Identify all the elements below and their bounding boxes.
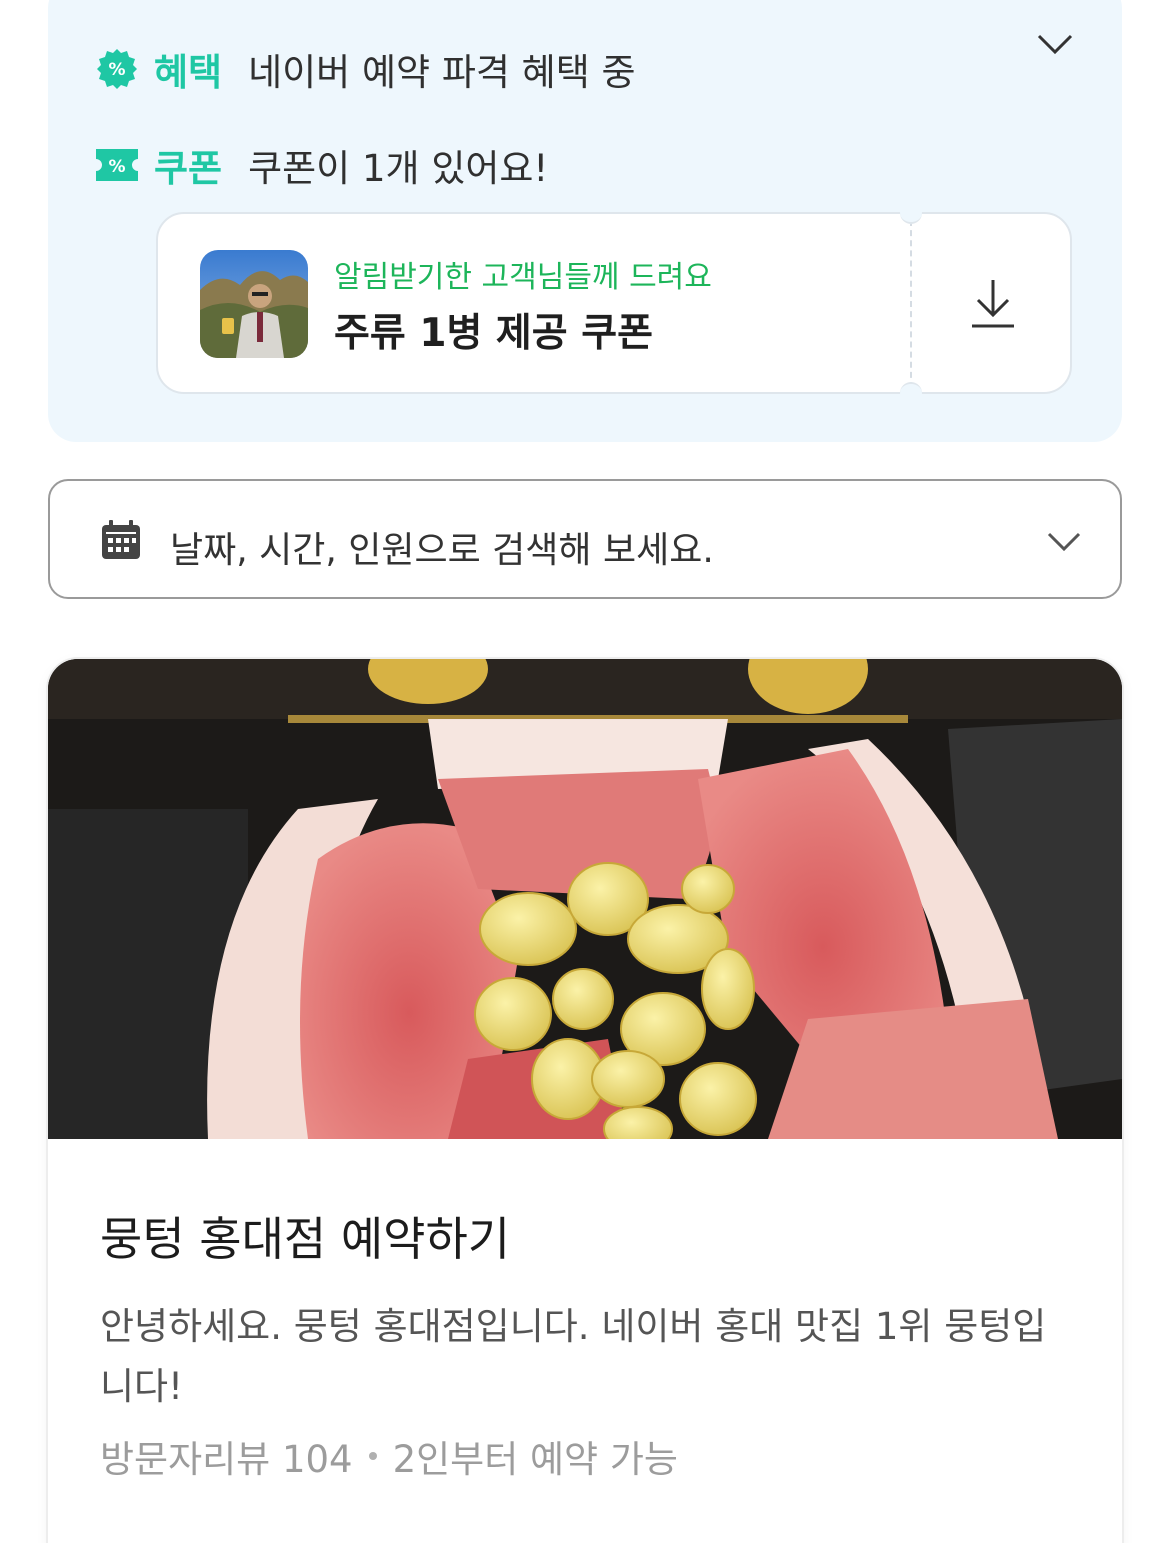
percent-ticket-icon: % xyxy=(96,149,138,181)
food-photo xyxy=(48,659,1122,1139)
chevron-down-icon[interactable] xyxy=(1044,521,1084,561)
min-people: 2인부터 예약 가능 xyxy=(392,1438,678,1481)
calendar-icon xyxy=(102,520,140,559)
card-title: 뭉텅 홍대점 예약하기 xyxy=(100,1212,511,1266)
separator-dot xyxy=(368,1452,377,1460)
coupon-thumbnail xyxy=(200,250,308,358)
card-description: 안녕하세요. 뭉텅 홍대점입니다. 네이버 홍대 맛집 1위 뭉텅입니다! xyxy=(100,1305,1047,1408)
booking-card[interactable]: 뭉텅 홍대점 예약하기 안녕하세요. 뭉텅 홍대점입니다. 네이버 홍대 맛집 … xyxy=(48,659,1122,1543)
coupon-count-text: 쿠폰이 1개 있어요! xyxy=(248,147,549,190)
card-meta: 방문자리뷰 104 2인부터 예약 가능 xyxy=(100,1429,678,1483)
download-icon[interactable] xyxy=(958,276,1028,332)
chevron-down-icon[interactable] xyxy=(1034,22,1076,64)
coupon-row: % 쿠폰 쿠폰이 1개 있어요! xyxy=(96,138,548,192)
benefit-row[interactable]: % 혜택 네이버 예약 파격 혜택 중 xyxy=(96,42,636,96)
coupon-title: 주류 1병 제공 쿠폰 xyxy=(334,311,654,356)
benefit-panel: % 혜택 네이버 예약 파격 혜택 중 % 쿠폰 쿠폰이 1개 있어요! 알림받… xyxy=(48,0,1122,442)
coupon-tag: 쿠폰 xyxy=(154,147,223,190)
date-time-search[interactable]: 날짜, 시간, 인원으로 검색해 보세요. xyxy=(48,479,1122,599)
search-placeholder: 날짜, 시간, 인원으로 검색해 보세요. xyxy=(170,530,714,571)
coupon-notch-top xyxy=(900,202,922,224)
percent-badge-icon: % xyxy=(97,49,137,89)
benefit-tag: 혜택 xyxy=(154,51,223,94)
coupon-notch-bottom xyxy=(900,382,922,404)
benefit-text: 네이버 예약 파격 혜택 중 xyxy=(248,51,636,94)
coupon-subtitle: 알림받기한 고객님들께 드려요 xyxy=(334,260,712,295)
svg-text:%: % xyxy=(108,60,125,80)
review-count: 방문자리뷰 104 xyxy=(100,1438,353,1481)
reservation-page: % 혜택 네이버 예약 파격 혜택 중 % 쿠폰 쿠폰이 1개 있어요! 알림받… xyxy=(0,0,1170,1543)
coupon-divider xyxy=(910,220,912,388)
svg-text:%: % xyxy=(108,157,125,177)
coupon-card[interactable]: 알림받기한 고객님들께 드려요 주류 1병 제공 쿠폰 xyxy=(156,202,1072,404)
